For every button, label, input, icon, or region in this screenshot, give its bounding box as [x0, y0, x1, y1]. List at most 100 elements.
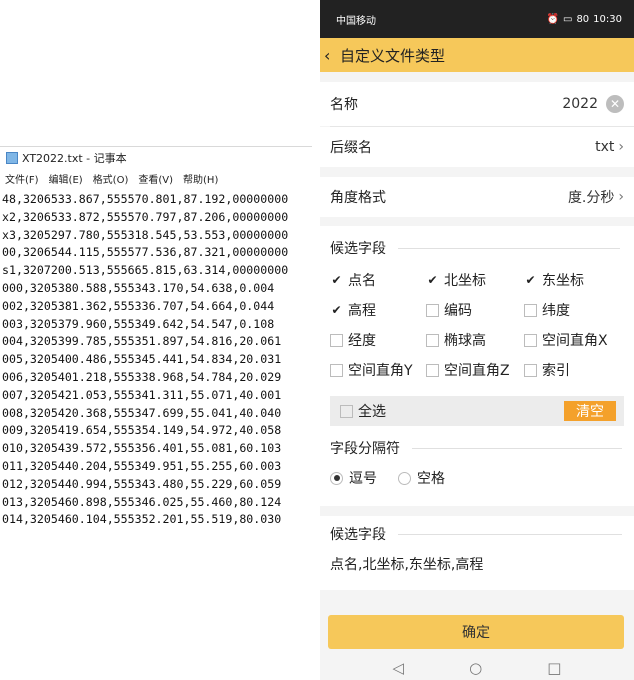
- angle-label: 角度格式: [330, 190, 386, 206]
- checkbox-icon: [524, 303, 537, 317]
- suffix-label: 后缀名: [330, 140, 372, 156]
- comma-radio[interactable]: 逗号: [330, 468, 377, 488]
- field-checkbox[interactable]: 椭球高: [426, 330, 486, 350]
- notepad-file-icon: [6, 152, 18, 164]
- field-checkbox[interactable]: 空间直角Z: [426, 360, 510, 380]
- field-checkbox[interactable]: 索引: [524, 360, 570, 380]
- field-label: 编码: [444, 303, 472, 319]
- clear-button[interactable]: 清空: [564, 401, 616, 421]
- field-checkbox[interactable]: 空间直角X: [524, 330, 608, 350]
- notepad-title-bar: XT2022.txt - 记事本: [0, 146, 312, 169]
- checkbox-icon: ✔: [330, 273, 343, 287]
- fields-section: 候选字段 ✔ 点名 ✔ 北坐标 ✔ 东坐标 ✔ 高程 编码 纬度 经度 椭球高 空间直角…: [320, 226, 634, 436]
- preview-value: 点名,北坐标,东坐标,高程: [330, 557, 484, 573]
- notepad-line: 003,3205379.960,555349.642,54.547,0.108: [2, 316, 275, 331]
- notepad-line: 00,3206544.115,555577.536,87.321,0000000…: [2, 245, 289, 260]
- checkbox-icon: [340, 404, 353, 418]
- checkbox-icon: [426, 333, 439, 347]
- angle-format-row[interactable]: 角度格式 度.分秒 ›: [320, 177, 634, 217]
- checkbox-icon: [426, 363, 439, 377]
- nav-back-icon[interactable]: ◁: [393, 659, 405, 677]
- chevron-right-icon: ›: [618, 139, 624, 155]
- select-all-label: 全选: [358, 404, 386, 420]
- separator-section-title: 字段分隔符: [330, 441, 400, 457]
- notepad-line: 014,3205460.104,555352.201,55.519,80.030: [2, 512, 282, 527]
- radio-label: 逗号: [349, 471, 377, 487]
- fields-section-title: 候选字段: [330, 241, 386, 257]
- name-row[interactable]: 名称 2022 ✕: [320, 82, 634, 126]
- back-arrow-icon[interactable]: ‹: [324, 46, 340, 65]
- field-checkbox[interactable]: 纬度: [524, 300, 570, 320]
- section-rule: [398, 534, 622, 535]
- preview-section: 候选字段 点名,北坐标,东坐标,高程: [320, 516, 634, 590]
- notepad-line: 005,3205400.486,555345.441,54.834,20.031: [2, 352, 282, 367]
- notepad-line: 006,3205401.218,555338.968,54.784,20.029: [2, 369, 282, 384]
- chevron-right-icon: ›: [618, 189, 624, 205]
- menu-help[interactable]: 帮助(H): [183, 171, 218, 189]
- menu-view[interactable]: 查看(V): [138, 171, 173, 189]
- radio-icon: [330, 471, 343, 485]
- field-label: 空间直角Z: [444, 363, 510, 379]
- field-label: 空间直角Y: [348, 363, 413, 379]
- page-title: 自定义文件类型: [340, 46, 446, 65]
- field-label: 东坐标: [542, 273, 584, 289]
- menu-file[interactable]: 文件(F): [5, 171, 39, 189]
- field-label: 椭球高: [444, 333, 486, 349]
- menu-format[interactable]: 格式(O): [93, 171, 129, 189]
- notepad-title: XT2022.txt - 记事本: [22, 152, 127, 165]
- field-checkbox[interactable]: 空间直角Y: [330, 360, 413, 380]
- notepad-menu-bar: 文件(F) 编辑(E) 格式(O) 查看(V) 帮助(H): [0, 171, 312, 189]
- clear-name-icon[interactable]: ✕: [606, 95, 624, 113]
- checkbox-icon: [426, 303, 439, 317]
- notepad-line: 009,3205419.654,555354.149,54.972,40.058: [2, 423, 282, 438]
- notepad-line: 012,3205440.994,555343.480,55.229,60.059: [2, 476, 282, 491]
- field-checkbox[interactable]: ✔ 东坐标: [524, 270, 584, 290]
- checkbox-icon: ✔: [524, 273, 537, 287]
- notepad-line: 48,3206533.867,555570.801,87.192,0000000…: [2, 192, 289, 206]
- section-rule: [412, 448, 622, 449]
- notepad-line: 013,3205460.898,555346.025,55.460,80.124: [2, 494, 282, 509]
- notepad-line: x3,3205297.780,555318.545,53.553,0000000…: [2, 227, 289, 242]
- nav-home-icon[interactable]: ○: [469, 659, 482, 677]
- field-label: 纬度: [542, 303, 570, 319]
- separator-section: 字段分隔符 逗号 空格: [320, 436, 634, 506]
- name-value[interactable]: 2022: [562, 96, 598, 112]
- nav-recent-icon[interactable]: □: [547, 659, 561, 677]
- section-rule: [398, 248, 620, 249]
- notepad-line: x2,3206533.872,555570.797,87.206,0000000…: [2, 209, 289, 224]
- clock: 10:30: [593, 13, 622, 25]
- field-checkbox[interactable]: 编码: [426, 300, 472, 320]
- name-label: 名称: [330, 97, 358, 113]
- notepad-line: 007,3205421.053,555341.311,55.071,40.001: [2, 387, 282, 402]
- space-radio[interactable]: 空格: [398, 468, 445, 488]
- field-checkbox[interactable]: ✔ 高程: [330, 300, 376, 320]
- notepad-line: 004,3205399.785,555351.897,54.816,20.061: [2, 334, 282, 349]
- notepad-window: XT2022.txt - 记事本 文件(F) 编辑(E) 格式(O) 查看(V)…: [0, 146, 312, 546]
- angle-value: 度.分秒: [567, 190, 615, 206]
- system-nav-bar: ◁ ○ □: [320, 655, 634, 680]
- suffix-value: txt: [595, 139, 615, 155]
- checkbox-icon: [524, 333, 537, 347]
- menu-edit[interactable]: 编辑(E): [49, 171, 83, 189]
- suffix-row[interactable]: 后缀名 txt ›: [320, 127, 634, 167]
- field-checkbox[interactable]: ✔ 北坐标: [426, 270, 486, 290]
- radio-label: 空格: [417, 471, 445, 487]
- notepad-line: 000,3205380.588,555343.170,54.638,0.004: [2, 280, 275, 295]
- app-header: ‹ 自定义文件类型: [320, 38, 634, 72]
- field-label: 索引: [542, 363, 570, 379]
- alarm-icon: ⏰: [546, 13, 559, 25]
- checkbox-icon: ✔: [426, 273, 439, 287]
- status-bar: 中国移动 ⏰ ▭ 80 10:30: [320, 0, 634, 38]
- preview-section-title: 候选字段: [330, 527, 386, 543]
- field-checkbox[interactable]: ✔ 点名: [330, 270, 376, 290]
- select-all-row[interactable]: 全选 清空: [330, 396, 624, 426]
- confirm-button[interactable]: 确定: [328, 615, 624, 649]
- field-label: 北坐标: [444, 273, 486, 289]
- radio-icon: [398, 471, 411, 485]
- notepad-line: 011,3205440.204,555349.951,55.255,60.003: [2, 458, 282, 473]
- field-label: 点名: [348, 273, 376, 289]
- field-label: 空间直角X: [542, 333, 608, 349]
- checkbox-icon: [330, 363, 343, 377]
- notepad-text-area[interactable]: 48,3206533.867,555570.801,87.192,0000000…: [2, 191, 312, 529]
- field-checkbox[interactable]: 经度: [330, 330, 376, 350]
